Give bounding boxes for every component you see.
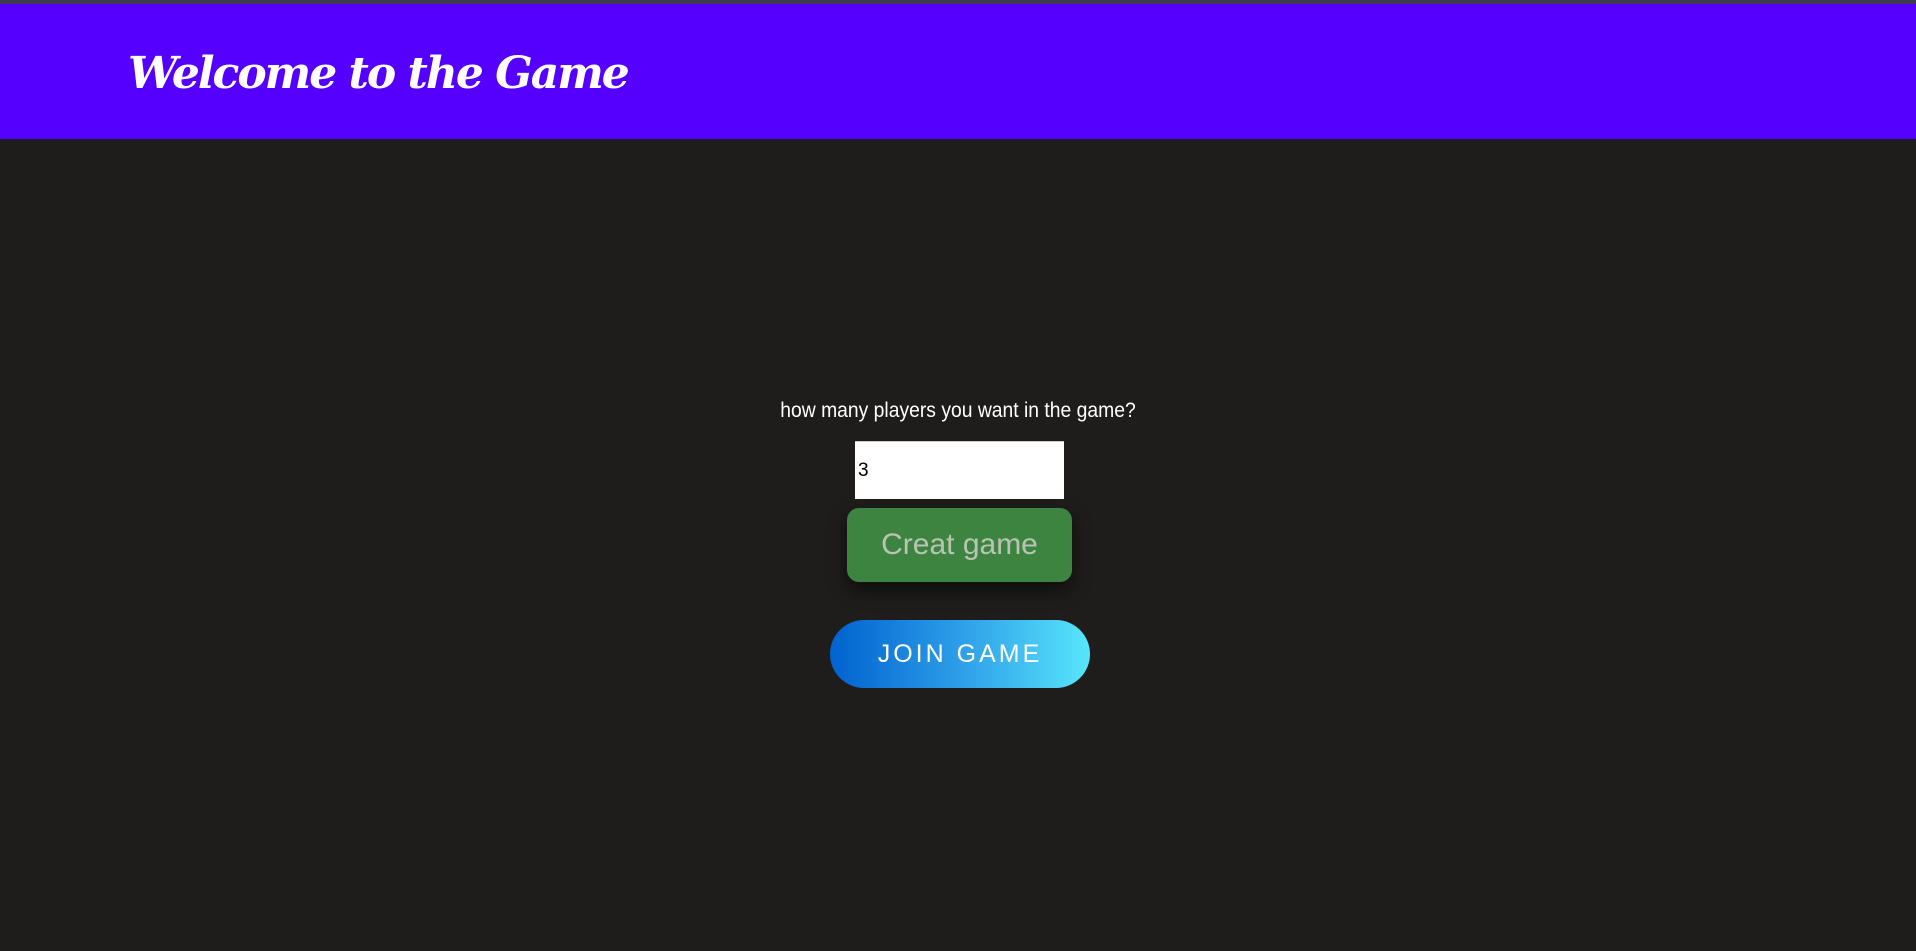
players-prompt-label: how many players you want in the game? [780, 399, 1136, 422]
create-game-button[interactable]: Creat game [847, 508, 1072, 582]
players-count-input[interactable] [855, 441, 1064, 499]
main-content: how many players you want in the game? C… [0, 139, 1916, 951]
header-bar: Welcome to the Game [0, 4, 1916, 139]
page-title: Welcome to the Game [128, 48, 630, 99]
join-game-button[interactable]: JOIN GAME [830, 620, 1090, 688]
